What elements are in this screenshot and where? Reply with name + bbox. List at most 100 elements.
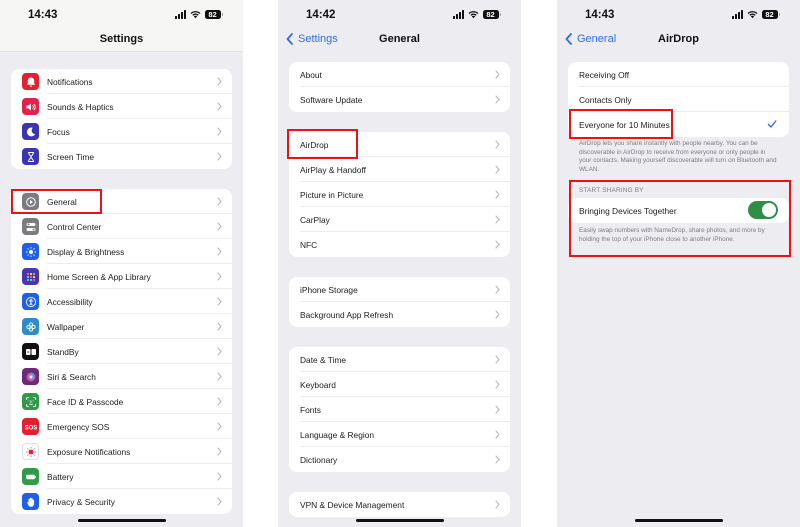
app-grid-icon: [22, 268, 39, 285]
general-group-4: Date & Time Keyboard Fonts Language & Regio…: [289, 347, 510, 472]
settings-screen: 14:43 82 Settings Notifications Sounds & …: [0, 0, 243, 527]
row-label: Picture in Picture: [300, 189, 364, 200]
chevron-right-icon: [217, 447, 222, 456]
checkmark-icon: [767, 120, 777, 128]
row-notifications[interactable]: Notifications: [11, 69, 232, 94]
section-header: START SHARING BY: [579, 187, 644, 194]
row-exposure-notifications[interactable]: Exposure Notifications: [11, 439, 232, 464]
exposure-icon: [22, 443, 39, 460]
row-face-id-and-passcode[interactable]: Face ID & Passcode: [11, 389, 232, 414]
row-picture-in-picture[interactable]: Picture in Picture: [289, 182, 510, 207]
option-contacts-only[interactable]: Contacts Only: [568, 87, 789, 112]
sos-icon: SOS: [22, 418, 39, 435]
row-label: Wallpaper: [47, 321, 85, 332]
settings-group-1: Notifications Sounds & Haptics Focus Screen…: [11, 69, 232, 169]
row-vpn-and-device-management[interactable]: VPN & Device Management: [289, 492, 510, 517]
row-focus[interactable]: Focus: [11, 119, 232, 144]
option-label: Everyone for 10 Minutes: [579, 119, 670, 130]
row-fonts[interactable]: Fonts: [289, 397, 510, 422]
chevron-right-icon: [217, 347, 222, 356]
row-sounds-and-haptics[interactable]: Sounds & Haptics: [11, 94, 232, 119]
status-time: 14:42: [306, 9, 336, 21]
chevron-right-icon: [495, 355, 500, 364]
accessibility-icon: [22, 293, 39, 310]
chevron-right-icon: [217, 77, 222, 86]
row-language-and-region[interactable]: Language & Region: [289, 422, 510, 447]
row-label: Face ID & Passcode: [47, 396, 124, 407]
row-label: Siri & Search: [47, 371, 96, 382]
option-label: Receiving Off: [579, 69, 630, 80]
toggle-label: Bringing Devices Together: [579, 205, 677, 216]
hourglass-icon: [22, 148, 39, 165]
option-label: Contacts Only: [579, 94, 632, 105]
row-background-app-refresh[interactable]: Background App Refresh: [289, 302, 510, 327]
chevron-right-icon: [495, 140, 500, 149]
option-everyone-10-minutes[interactable]: Everyone for 10 Minutes: [568, 112, 789, 137]
receiving-footnote: AirDrop lets you share instantly with pe…: [579, 140, 777, 173]
row-label: About: [300, 69, 322, 80]
row-home-screen-and-app-library[interactable]: Home Screen & App Library: [11, 264, 232, 289]
row-standby[interactable]: StandBy: [11, 339, 232, 364]
row-airdrop[interactable]: AirDrop: [289, 132, 510, 157]
row-label: General: [47, 196, 77, 207]
switches-icon: [22, 218, 39, 235]
row-airplay-and-handoff[interactable]: AirPlay & Handoff: [289, 157, 510, 182]
chevron-right-icon: [495, 190, 500, 199]
wifi-icon: [190, 11, 200, 19]
airdrop-screen: 14:43 82 General AirDrop Receiving Off C…: [557, 0, 800, 527]
row-label: Fonts: [300, 404, 321, 415]
row-carplay[interactable]: CarPlay: [289, 207, 510, 232]
row-label: Home Screen & App Library: [47, 271, 151, 282]
page-title: Settings: [99, 33, 144, 45]
row-iphone-storage[interactable]: iPhone Storage: [289, 277, 510, 302]
hand-icon: [22, 493, 39, 510]
chevron-right-icon: [217, 222, 222, 231]
row-battery[interactable]: Battery: [11, 464, 232, 489]
row-label: Focus: [47, 126, 70, 137]
bringing-devices-together-row: Bringing Devices Together: [568, 198, 789, 223]
row-emergency-sos[interactable]: SOS Emergency SOS: [11, 414, 232, 439]
row-screen-time[interactable]: Screen Time: [11, 144, 232, 169]
row-label: Privacy & Security: [47, 496, 115, 507]
row-display-and-brightness[interactable]: Display & Brightness: [11, 239, 232, 264]
cellular-signal-icon: [174, 10, 186, 19]
moon-icon: [22, 123, 39, 140]
option-receiving-off[interactable]: Receiving Off: [568, 62, 789, 87]
chevron-right-icon: [495, 455, 500, 464]
chevron-right-icon: [495, 285, 500, 294]
row-dictionary[interactable]: Dictionary: [289, 447, 510, 472]
row-control-center[interactable]: Control Center: [11, 214, 232, 239]
chevron-right-icon: [217, 497, 222, 506]
row-accessibility[interactable]: Accessibility: [11, 289, 232, 314]
row-keyboard[interactable]: Keyboard: [289, 372, 510, 397]
row-label: AirPlay & Handoff: [300, 164, 366, 175]
svg-text:SOS: SOS: [25, 424, 37, 431]
chevron-right-icon: [495, 70, 500, 79]
row-nfc[interactable]: NFC: [289, 232, 510, 257]
chevron-right-icon: [217, 372, 222, 381]
chevron-right-icon: [495, 430, 500, 439]
general-group-1: About Software Update: [289, 62, 510, 112]
bringing-devices-together-toggle[interactable]: [748, 201, 778, 219]
row-siri-and-search[interactable]: Siri & Search: [11, 364, 232, 389]
sun-icon: [22, 243, 39, 260]
row-label: Control Center: [47, 221, 102, 232]
row-about[interactable]: About: [289, 62, 510, 87]
flower-icon: [22, 318, 39, 335]
row-date-and-time[interactable]: Date & Time: [289, 347, 510, 372]
row-wallpaper[interactable]: Wallpaper: [11, 314, 232, 339]
home-indicator: [634, 518, 723, 522]
row-privacy-and-security[interactable]: Privacy & Security: [11, 489, 232, 514]
chevron-right-icon: [217, 102, 222, 111]
status-bar: 14:42 82: [278, 9, 521, 23]
chevron-right-icon: [217, 127, 222, 136]
row-general[interactable]: General: [11, 189, 232, 214]
chevron-right-icon: [217, 397, 222, 406]
gear-icon: [22, 193, 39, 210]
sharing-group: Bringing Devices Together: [568, 198, 789, 223]
row-software-update[interactable]: Software Update: [289, 87, 510, 112]
speaker-icon: [22, 98, 39, 115]
chevron-right-icon: [495, 310, 500, 319]
row-label: Language & Region: [300, 429, 375, 440]
chevron-right-icon: [217, 322, 222, 331]
